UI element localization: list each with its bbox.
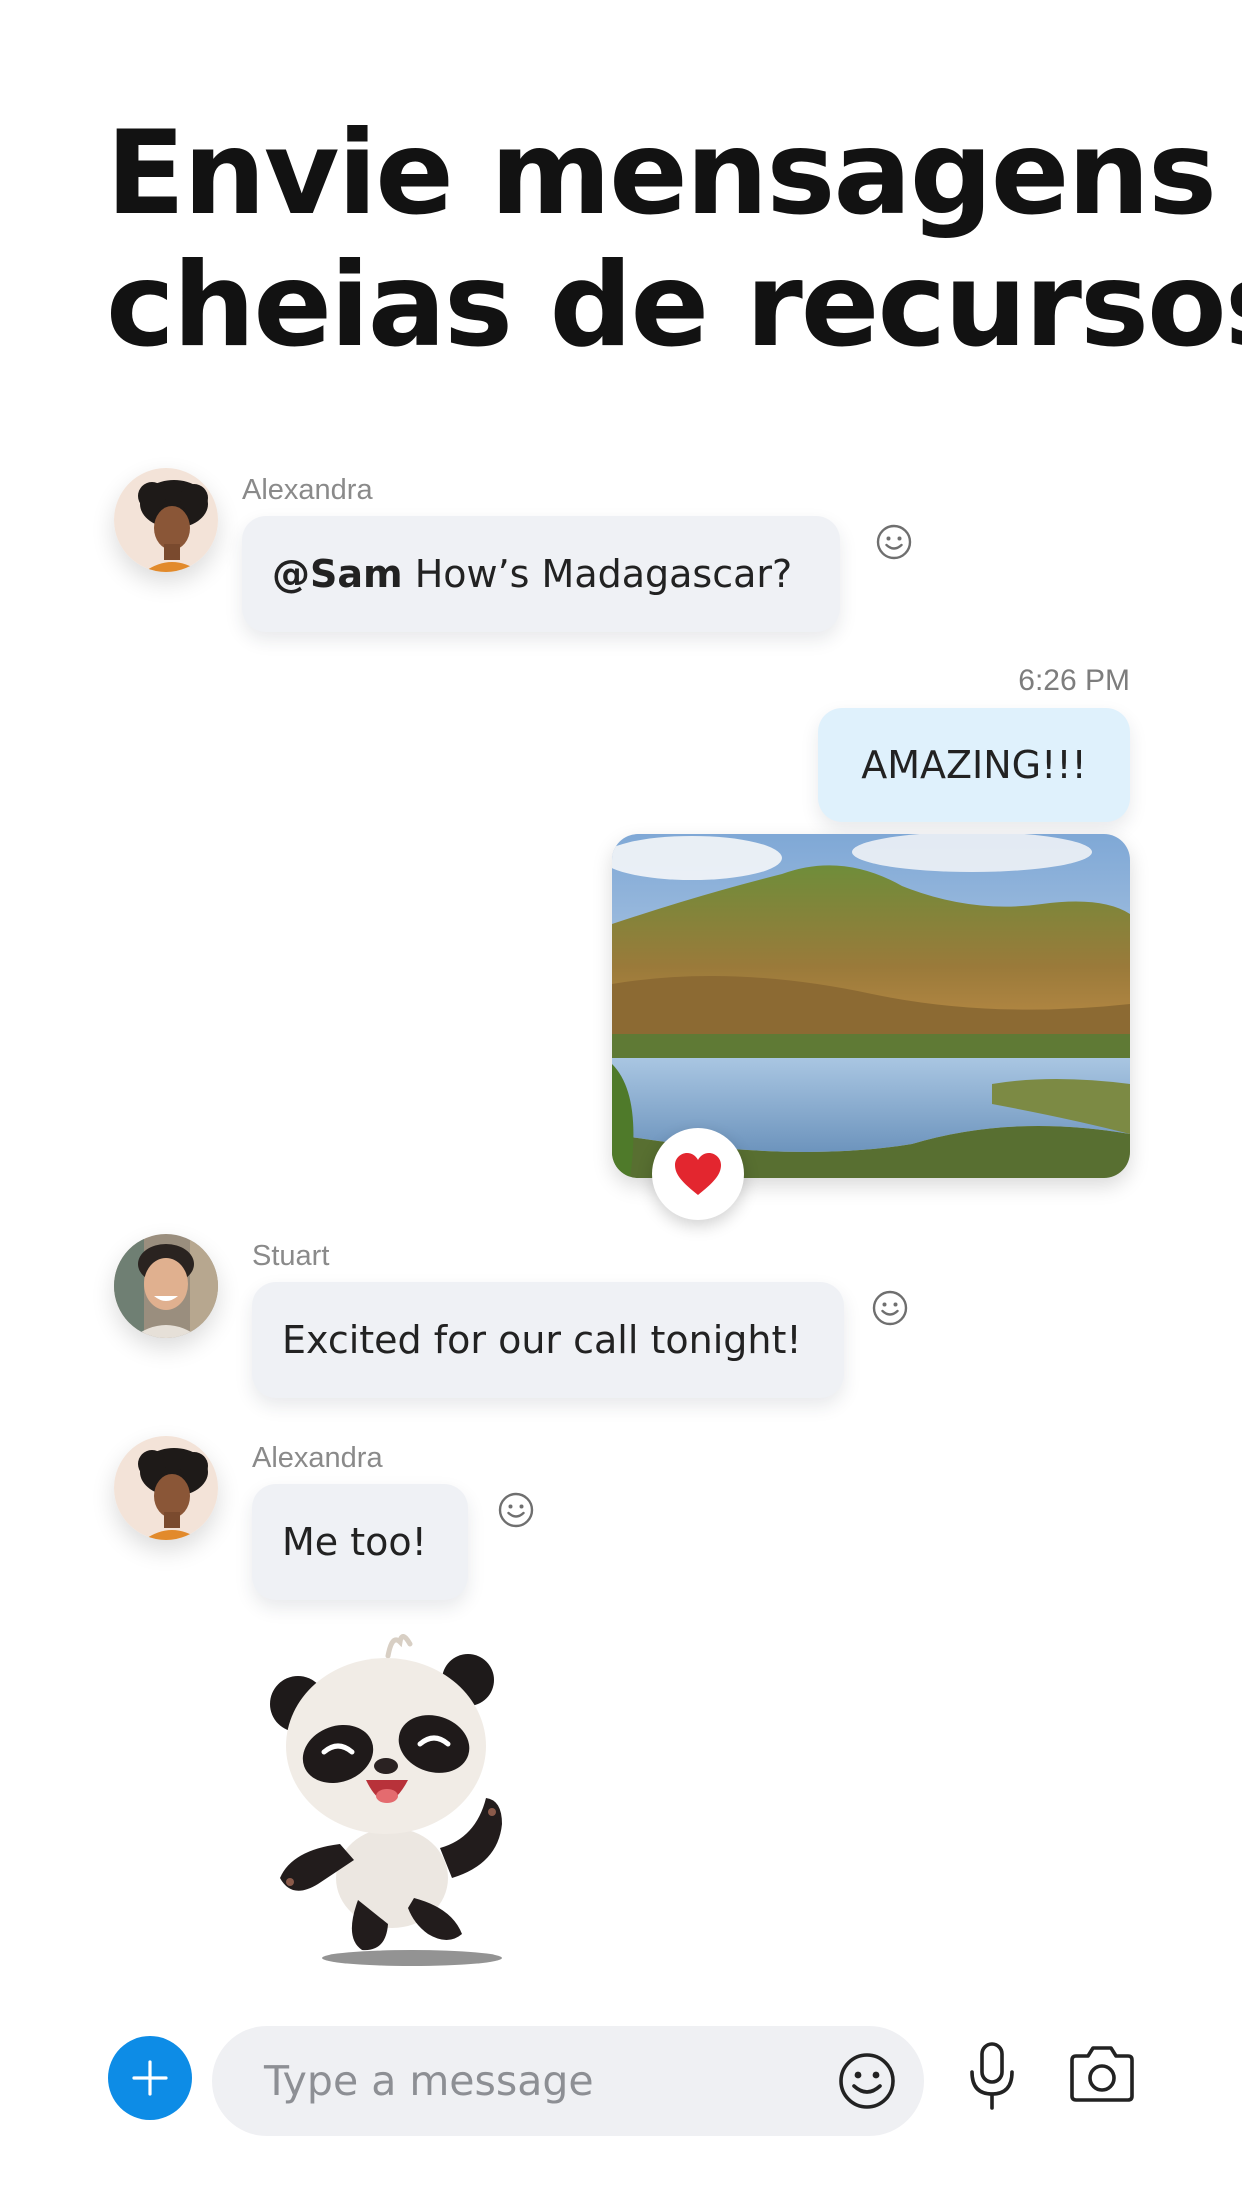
avatar-alexandra[interactable] [114,1436,218,1540]
message-text: How’s Madagascar? [402,552,793,596]
message-bubble[interactable]: @Sam How’s Madagascar? [242,516,840,632]
message-bubble[interactable]: Me too! [252,1484,468,1600]
heart-icon [675,1153,721,1195]
camera-icon[interactable] [1066,2042,1138,2106]
emoji-icon[interactable] [836,2050,898,2112]
microphone-icon[interactable] [962,2040,1022,2112]
mention-sam[interactable]: @Sam [272,552,403,596]
photo-attachment[interactable] [612,834,1130,1178]
add-reaction-icon[interactable] [874,522,914,562]
message-bubble-outgoing[interactable]: AMAZING!!! [818,708,1130,822]
message-input[interactable]: Type a message [212,2026,924,2136]
headline-line-1: Envie mensagens [106,106,1217,241]
add-reaction-icon[interactable] [496,1490,536,1530]
message-text: Me too! [282,1520,427,1564]
plus-icon [132,2060,168,2096]
add-attachment-button[interactable] [108,2036,192,2120]
message-bubble[interactable]: Excited for our call tonight! [252,1282,844,1398]
message-text: Excited for our call tonight! [282,1318,802,1362]
message-input-placeholder: Type a message [264,2057,594,2105]
avatar-alexandra[interactable] [114,468,218,572]
message-timestamp: 6:26 PM [1018,664,1130,697]
sender-name: Alexandra [252,1442,383,1474]
message-text: AMAZING!!! [861,743,1087,787]
panda-sticker[interactable] [262,1628,542,1968]
headline-line-2: cheias de recursos [106,238,1242,373]
sender-name: Alexandra [242,474,373,506]
heart-reaction-badge[interactable] [652,1128,744,1220]
avatar-stuart[interactable] [114,1234,218,1338]
page-headline: Envie mensagens cheias de recursos [106,106,1242,373]
add-reaction-icon[interactable] [870,1288,910,1328]
sender-name: Stuart [252,1240,330,1272]
